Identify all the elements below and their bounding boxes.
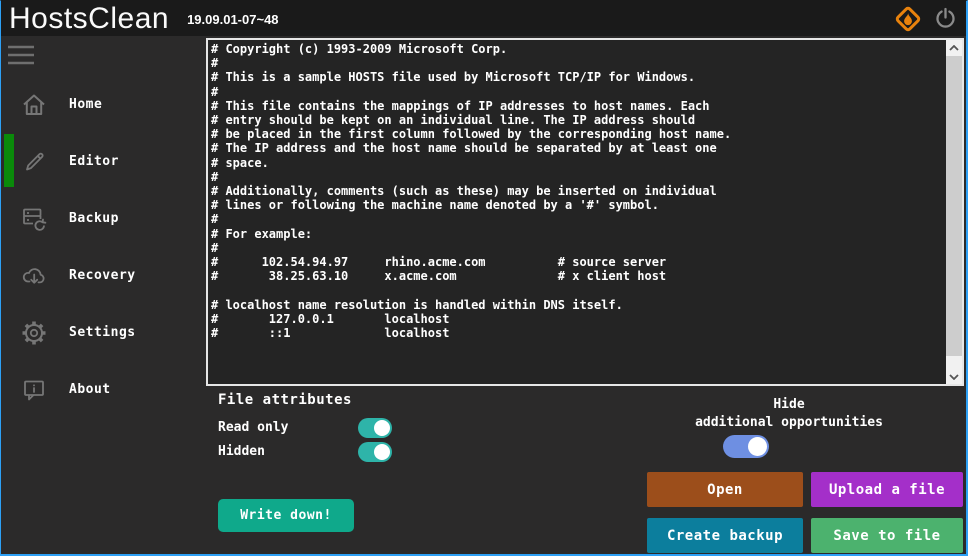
- flame-logo-icon: [893, 4, 923, 34]
- write-down-button[interactable]: Write down!: [218, 499, 354, 532]
- sidebar-item-recovery[interactable]: Recovery: [2, 247, 206, 304]
- scrollbar-down-arrow-icon[interactable]: [946, 369, 962, 384]
- upload-file-button[interactable]: Upload a file: [811, 472, 963, 507]
- hide-additional-opportunities-label: Hide additional opportunities: [621, 396, 957, 432]
- hide-label-line1: Hide: [773, 397, 805, 412]
- hidden-toggle[interactable]: [358, 442, 392, 462]
- hidden-label: Hidden: [218, 444, 265, 459]
- backup-icon: [18, 205, 50, 233]
- sidebar-item-label: Home: [69, 97, 103, 112]
- toggle-knob: [374, 444, 390, 460]
- sidebar: Home Editor Backup Recovery Settings Abo…: [2, 36, 206, 554]
- scrollbar-up-arrow-icon[interactable]: [946, 40, 962, 55]
- sidebar-item-label: About: [69, 382, 111, 397]
- titlebar: HostsClean 19.09.01-07~48: [1, 1, 966, 36]
- sidebar-item-label: Recovery: [69, 268, 136, 283]
- hide-label-line2: additional opportunities: [695, 415, 883, 430]
- sidebar-item-about[interactable]: About: [2, 361, 206, 418]
- sidebar-item-label: Backup: [69, 211, 119, 226]
- sidebar-item-settings[interactable]: Settings: [2, 304, 206, 361]
- gear-icon: [18, 319, 50, 347]
- hide-additional-opportunities-toggle[interactable]: [723, 435, 769, 458]
- editor-scrollbar[interactable]: [946, 40, 962, 384]
- read-only-label: Read only: [218, 420, 289, 435]
- hosts-editor-panel: # Copyright (c) 1993-2009 Microsoft Corp…: [206, 38, 964, 386]
- power-icon[interactable]: [933, 6, 958, 31]
- info-bubble-icon: [18, 376, 50, 404]
- hosts-file-content[interactable]: # Copyright (c) 1993-2009 Microsoft Corp…: [208, 40, 933, 380]
- scrollbar-thumb[interactable]: [946, 56, 962, 356]
- sidebar-item-backup[interactable]: Backup: [2, 190, 206, 247]
- hamburger-menu-icon[interactable]: [8, 45, 34, 65]
- sidebar-item-editor[interactable]: Editor: [2, 133, 206, 190]
- version-label: 19.09.01-07~48: [187, 12, 279, 27]
- toggle-knob: [748, 437, 767, 456]
- save-to-file-button[interactable]: Save to file: [811, 518, 963, 553]
- hostsclean-window: HostsClean 19.09.01-07~48 Home Editor Ba…: [0, 0, 968, 556]
- create-backup-button[interactable]: Create backup: [647, 518, 803, 553]
- cloud-download-icon: [18, 262, 50, 290]
- toggle-knob: [374, 420, 390, 436]
- home-icon: [18, 91, 50, 119]
- open-button[interactable]: Open: [647, 472, 803, 507]
- pencil-icon: [18, 148, 50, 176]
- sidebar-item-label: Settings: [69, 325, 136, 340]
- read-only-toggle[interactable]: [358, 418, 392, 438]
- sidebar-item-label: Editor: [69, 154, 119, 169]
- sidebar-nav: Home Editor Backup Recovery Settings Abo…: [2, 76, 206, 418]
- sidebar-item-home[interactable]: Home: [2, 76, 206, 133]
- file-attributes-heading: File attributes: [218, 392, 352, 408]
- app-title: HostsClean: [9, 2, 170, 35]
